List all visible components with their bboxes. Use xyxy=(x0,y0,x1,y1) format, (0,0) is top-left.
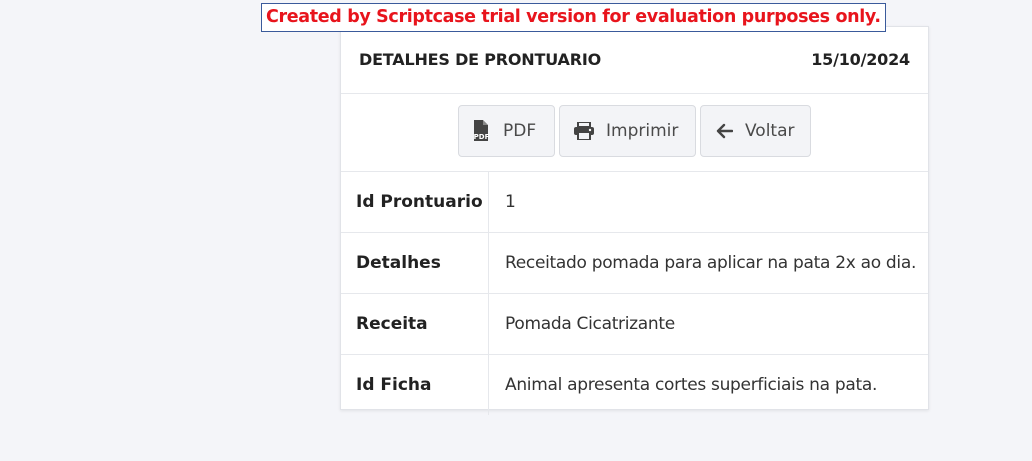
pdf-button-label: PDF xyxy=(503,121,537,141)
print-button-label: Imprimir xyxy=(606,121,679,141)
pdf-button[interactable]: PDF PDF xyxy=(458,105,555,157)
detail-row-receita: Receita Pomada Cicatrizante xyxy=(341,294,928,355)
detail-row-id-prontuario: Id Prontuario 1 xyxy=(341,172,928,233)
back-button[interactable]: Voltar xyxy=(700,105,811,157)
page-title: DETALHES DE PRONTUARIO xyxy=(359,50,601,69)
print-button[interactable]: Imprimir xyxy=(559,105,696,157)
card-header: DETALHES DE PRONTUARIO 15/10/2024 xyxy=(341,27,928,94)
record-date: 15/10/2024 xyxy=(811,50,910,69)
record-details-card: DETALHES DE PRONTUARIO 15/10/2024 PDF PD… xyxy=(340,26,929,415)
trial-banner: Created by Scriptcase trial version for … xyxy=(261,3,886,32)
field-label: Id Prontuario xyxy=(341,172,489,232)
field-value: Receitado pomada para aplicar na pata 2x… xyxy=(505,253,917,273)
toolbar: PDF PDF Imprimir Voltar xyxy=(341,93,928,172)
svg-text:PDF: PDF xyxy=(474,133,490,141)
arrow-left-icon xyxy=(715,123,733,139)
printer-icon xyxy=(574,122,594,140)
field-label: Id Ficha xyxy=(341,355,489,415)
field-label: Receita xyxy=(341,294,489,354)
details-table: Id Prontuario 1 Detalhes Receitado pomad… xyxy=(341,172,928,415)
field-value: Animal apresenta cortes superficiais na … xyxy=(505,375,878,395)
field-value: Pomada Cicatrizante xyxy=(505,314,675,334)
file-pdf-icon: PDF xyxy=(473,120,493,142)
back-button-label: Voltar xyxy=(745,121,795,141)
detail-row-id-ficha: Id Ficha Animal apresenta cortes superfi… xyxy=(341,355,928,415)
field-value: 1 xyxy=(505,192,516,212)
field-label: Detalhes xyxy=(341,233,489,293)
detail-row-detalhes: Detalhes Receitado pomada para aplicar n… xyxy=(341,233,928,294)
